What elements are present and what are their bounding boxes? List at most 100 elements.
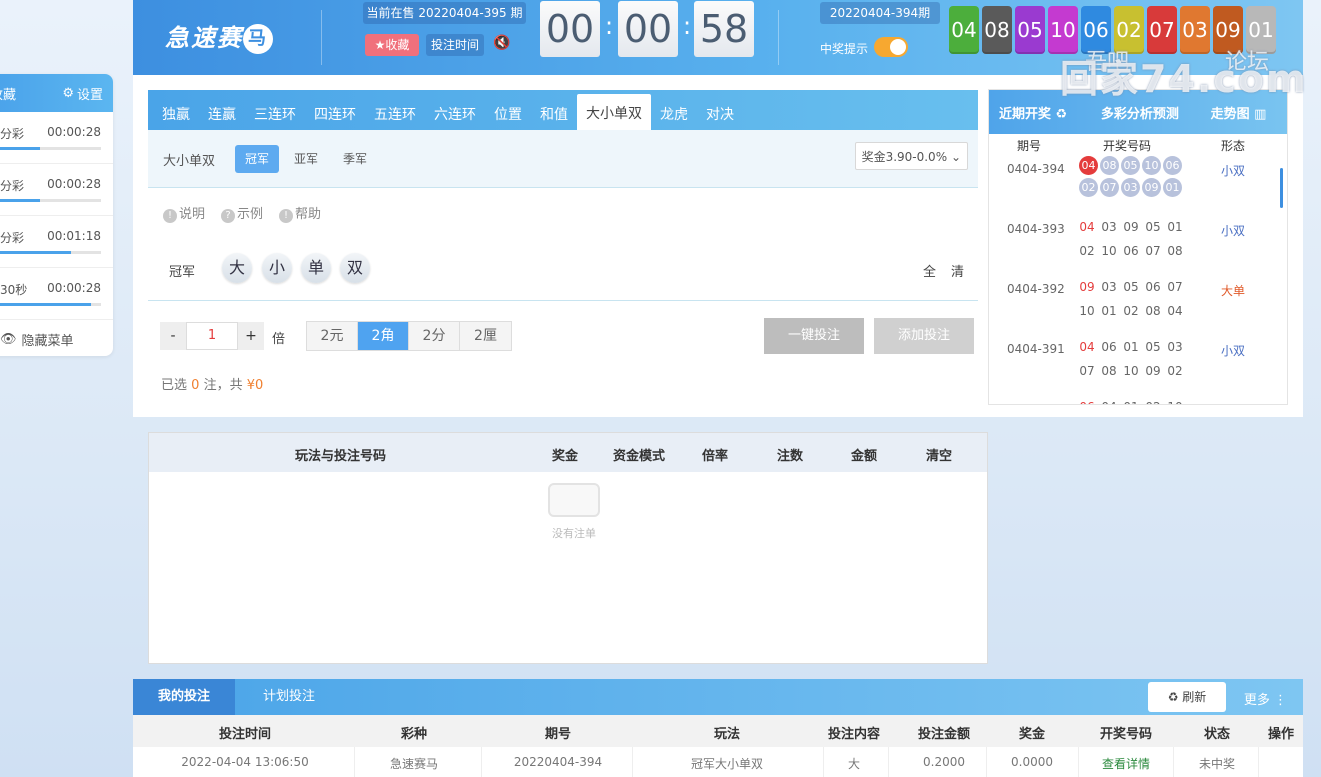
draw-issue: 0404-393 [1007,222,1065,236]
play-tab[interactable]: 和值 [531,90,577,130]
draw-number: 10 [1079,304,1095,318]
cell-divider [481,747,482,777]
logo[interactable]: 急速赛马 [165,18,273,54]
table-row: 2022-04-04 13:06:50 急速赛马 20220404-394 冠军大小单… [133,747,1303,777]
play-tab[interactable]: 六连环 [425,90,485,130]
column-header: 期号 [544,727,572,742]
countdown-colon: : [683,12,692,40]
tab-analysis[interactable]: 多彩分析预测 [1085,103,1191,122]
unit-fen[interactable]: 2分 [409,322,460,350]
draw-number: 10 [1142,156,1161,175]
view-details-link[interactable]: 查看详情 [1102,755,1150,772]
draw-number: 08 [1167,244,1183,258]
recent-draw-row: 0404-392 09 03 05 06 07 10 01 02 08 04 大单 [989,274,1287,334]
countdown-minutes: 00 [618,1,678,57]
progress-bar [0,251,101,254]
play-tab[interactable]: 对决 [697,90,743,130]
table-cell: 急速赛马 [389,757,439,771]
bet-time-button[interactable]: 投注时间 [426,34,484,56]
column-header: 操作 [1267,727,1295,742]
draw-issue: 0404-391 [1007,342,1065,356]
draw-numbers: 06040102100305070809 [1079,400,1191,404]
lottery-item[interactable]: 分彩 00:00:28 [0,164,113,216]
table-cell: 大 [847,757,861,771]
tab-recent-draws[interactable]: 近期开奖 ♻ [989,103,1085,122]
play-tab[interactable]: 大小单双 [577,94,651,130]
current-issue: 当前在售 20220404-395 期 [363,2,526,24]
favorites-tab[interactable]: 收藏 [0,84,16,103]
hide-menu-button[interactable]: 👁 隐藏菜单 [0,320,113,349]
lottery-countdown: 00:00:28 [47,281,101,295]
table-cell: 0.0000 [1011,755,1053,769]
draw-issue: 0404-390 [1007,402,1065,404]
select-all-button[interactable]: 全 [923,261,936,280]
pick-small[interactable]: 小 [262,253,292,283]
help-example[interactable]: ? 示例 [221,203,263,223]
play-tab[interactable]: 龙虎 [651,90,697,130]
draw-number: 05 [1145,220,1161,234]
draw-form: 小双 [1221,164,1246,178]
pick-odd[interactable]: 单 [301,253,331,283]
draw-number: 10 [1101,244,1117,258]
play-tab[interactable]: 位置 [485,90,531,130]
info-icon: ! [163,209,177,223]
clear-button[interactable]: 清 [951,261,964,280]
toggle-knob [890,39,906,55]
play-tab[interactable]: 独赢 [153,90,199,130]
draw-ball: 10 [1048,6,1078,54]
eye-slash-icon: 👁 [0,332,17,347]
column-header: 状态 [1203,727,1231,742]
subtab-champion[interactable]: 冠军 [235,145,280,173]
subtab-second[interactable]: 亚军 [284,145,328,173]
lottery-item[interactable]: 30秒 00:00:28 [0,268,113,320]
lottery-name: 分彩 [0,231,25,245]
pick-big[interactable]: 大 [222,253,252,283]
play-tab[interactable]: 四连环 [305,90,365,130]
chevron-down-icon: ⌄ [950,150,961,164]
refresh-button[interactable]: ♻ 刷新 [1148,682,1226,712]
speaker-mute-icon[interactable]: 🔇 [493,35,510,51]
multiplier-plus[interactable]: + [238,322,264,350]
more-button[interactable]: 更多 ⋮ [1244,689,1287,708]
help-explain[interactable]: ! 说明 [163,203,205,223]
draw-number: 01 [1167,220,1183,234]
subtab-third[interactable]: 季军 [333,145,377,173]
quick-bet-button[interactable]: 一键投注 [764,318,864,354]
add-bet-button[interactable]: 添加投注 [874,318,974,354]
play-tab[interactable]: 三连环 [245,90,305,130]
draw-ball: 03 [1180,6,1210,54]
scrollbar[interactable] [1280,168,1283,208]
progress-fill [0,147,41,150]
favorite-button[interactable]: ★收藏 [365,34,419,56]
play-tabs: 独赢 连赢 三连环 四连环 五连环 六连环 位置 和值 大小单双 龙虎 对决 [148,90,978,130]
pick-even[interactable]: 双 [340,253,370,283]
lottery-item[interactable]: 分彩 00:01:18 [0,216,113,268]
draw-number: 04 [1079,220,1095,234]
win-tip-toggle[interactable] [874,37,908,57]
tab-my-bets[interactable]: 我的投注 [133,679,236,715]
play-tab[interactable]: 连赢 [199,90,245,130]
table-cell: 0.2000 [923,755,965,769]
bet-list: 玩法与投注号码 奖金 资金模式 倍率 注数 金额 清空 没有注单 [148,432,988,664]
unit-li[interactable]: 2厘 [460,322,511,350]
help-help[interactable]: ! 帮助 [279,203,321,223]
my-bets-header: 投注时间 彩种 期号 玩法 投注内容 投注金额 奖金 开奖号码 状态 操作 [133,715,1303,747]
draw-form: 大单 [1221,284,1246,298]
multiplier-input[interactable]: 1 [186,322,238,350]
clear-all-button[interactable]: 清空 [926,445,952,464]
odds-select[interactable]: 奖金3.90-0.0% ⌄ [854,142,968,170]
play-tab[interactable]: 五连环 [365,90,425,130]
draw-number: 07 [1100,178,1119,197]
draw-number: 03 [1167,340,1183,354]
unit-jiao[interactable]: 2角 [358,322,409,350]
settings-button[interactable]: ⚙ 设置 [62,84,103,103]
draw-numbers: 09 03 05 06 07 10 01 02 08 04 [1079,280,1191,318]
draw-number: 07 [1145,244,1161,258]
tab-trend[interactable]: 走势图 ▥ [1191,103,1287,122]
column-header: 玩法 [713,727,741,742]
multiplier-minus[interactable]: - [160,322,186,350]
unit-yuan[interactable]: 2元 [307,322,358,350]
lottery-item[interactable]: 分彩 00:00:28 [0,112,113,164]
tab-plan-bets[interactable]: 计划投注 [238,679,340,715]
cell-divider [1173,747,1174,777]
